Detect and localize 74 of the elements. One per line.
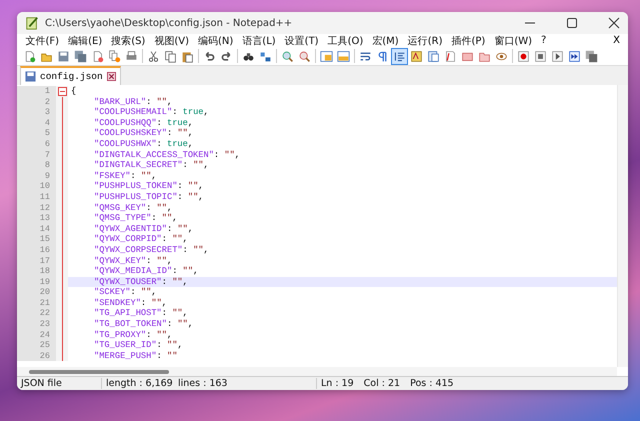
line-number: 4: [17, 118, 56, 128]
code-line: "DINGTALK_SECRET": "",: [93, 160, 209, 171]
menu-item[interactable]: 窗口(W): [490, 34, 537, 48]
menu-item[interactable]: 编辑(E): [64, 34, 107, 48]
code-line: "PUSHPLUS_TOKEN": "",: [93, 181, 204, 192]
line-number: 1: [17, 86, 56, 97]
line-number: 10: [17, 181, 56, 192]
line-number: 18: [17, 266, 56, 277]
menu-item[interactable]: 搜索(S): [106, 34, 150, 48]
menu-item[interactable]: ?: [536, 35, 551, 46]
code-line: "BARK_URL": "",: [93, 96, 172, 108]
code-line: "SCKEY": "",: [93, 287, 157, 298]
line-number: 19: [17, 276, 56, 288]
code-line: "DINGTALK_ACCESS_TOKEN": "",: [93, 150, 240, 160]
code-line: "QYWX_CORPSECRET": "",: [93, 244, 209, 256]
menu-item[interactable]: 设置(T): [280, 34, 324, 48]
line-number: 7: [17, 150, 56, 160]
file-tab[interactable]: config.json: [20, 66, 121, 85]
length-label: length : 6,169: [105, 378, 174, 389]
code-line: "FSKEY": "",: [93, 170, 157, 182]
code-line: "COOLPUSHWX": true,: [93, 138, 194, 150]
code-line: "PUSHPLUS_TOPIC": "",: [93, 192, 204, 203]
line-number: 13: [17, 213, 56, 224]
lines-label: lines : 163: [174, 378, 317, 389]
line-number: 24: [17, 330, 56, 340]
code-line: "QMSG_KEY": "",: [93, 202, 172, 214]
line-number: 12: [17, 202, 56, 214]
menu-item[interactable]: 视图(V): [150, 34, 194, 48]
menu-item[interactable]: 编码(N): [194, 34, 238, 48]
menu-item[interactable]: 语言(L): [238, 34, 280, 48]
menu-item[interactable]: 运行(R): [403, 34, 447, 48]
line-number: 21: [17, 298, 56, 308]
code-line: "TG_API_HOST": "",: [93, 308, 188, 320]
code-line: "COOLPUSHEMAIL": true,: [93, 107, 209, 118]
code-line: "QMSG_TYPE": "",: [93, 213, 178, 224]
menu-item[interactable]: 宏(M): [368, 34, 404, 48]
line-number: 22: [17, 308, 56, 320]
line-position: Ln : 19: [320, 378, 355, 389]
code-line: "TG_BOT_TOKEN": "",: [93, 319, 194, 330]
code-line: "MERGE_PUSH": "": [93, 350, 178, 362]
caret-position: Pos : 415: [409, 378, 455, 389]
line-number: 16: [17, 244, 56, 256]
line-number: 11: [17, 192, 56, 203]
line-number: 8: [17, 160, 56, 171]
line-number: 25: [17, 340, 56, 351]
line-number: 5: [17, 128, 56, 139]
code-line: "QYWX_MEDIA_ID": "",: [93, 266, 198, 277]
line-number: 6: [17, 138, 56, 150]
line-number: 23: [17, 319, 56, 330]
code-line: "TG_PROXY": "",: [93, 330, 172, 340]
code-line: "SENDKEY": "",: [93, 298, 168, 308]
code-line: "QYWX_KEY": "",: [93, 256, 172, 266]
line-number: 26: [17, 350, 56, 362]
line-number: 3: [17, 107, 56, 118]
column-position: Col : 21: [362, 378, 402, 389]
code-line: "QYWX_CORPID": "",: [93, 234, 188, 245]
line-number: 17: [17, 256, 56, 266]
line-number: 9: [17, 170, 56, 182]
code-line: {: [70, 86, 76, 97]
code-line: "QYWX_TOUSER": "",: [93, 276, 188, 288]
line-number: 2: [17, 96, 56, 108]
line-number: 14: [17, 224, 56, 234]
menu-item[interactable]: 文件(F): [21, 34, 64, 48]
file-type-label: JSON file: [17, 378, 102, 389]
code-line: "COOLPUSHQQ": true,: [93, 118, 194, 128]
code-line: "QYWX_AGENTID": "",: [93, 224, 194, 234]
line-number: 20: [17, 287, 56, 298]
close-document-button[interactable]: X: [609, 35, 624, 46]
line-number: 15: [17, 234, 56, 245]
code-line: "TG_USER_ID": "",: [93, 340, 183, 351]
menu-item[interactable]: 工具(O): [323, 34, 368, 48]
window-title: C:\Users\yaohe\Desktop\config.json - Notepad++: [45, 18, 292, 28]
menu-item[interactable]: 插件(P): [446, 34, 490, 48]
code-line: "COOLPUSHSKEY": "",: [93, 128, 194, 139]
